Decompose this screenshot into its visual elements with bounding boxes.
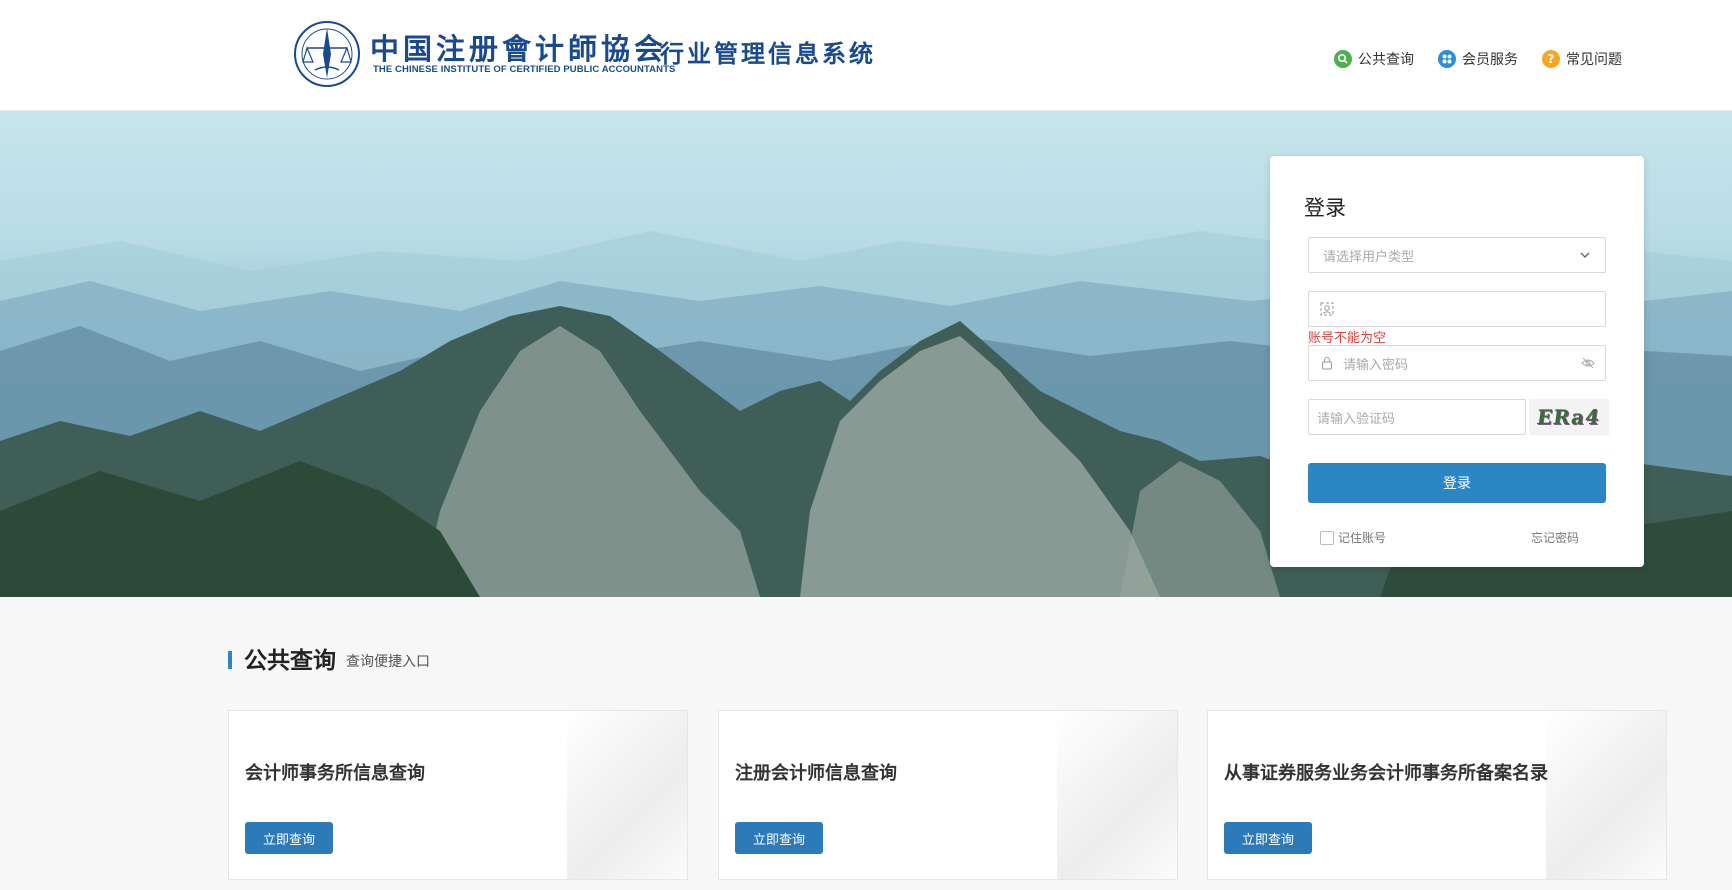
query-card-securities-firm: 从事证券服务业务会计师事务所备案名录 立即查询 xyxy=(1207,710,1667,880)
captcha-placeholder: 请输入验证码 xyxy=(1317,411,1396,427)
captcha-text: ERa4 xyxy=(1535,405,1603,429)
nav-member-service[interactable]: 会员服务 xyxy=(1438,49,1518,69)
card-decoration xyxy=(1057,711,1177,879)
card-title: 注册会计师信息查询 xyxy=(735,763,897,784)
captcha-image[interactable]: ERa4 xyxy=(1529,399,1609,435)
card-title: 从事证券服务业务会计师事务所备案名录 xyxy=(1224,763,1548,784)
user-type-select[interactable]: 请选择用户类型 xyxy=(1308,237,1606,273)
question-icon: ? xyxy=(1542,50,1560,68)
query-card-cpa: 注册会计师信息查询 立即查询 xyxy=(718,710,1178,880)
login-button[interactable]: 登录 xyxy=(1308,463,1606,503)
query-now-button[interactable]: 立即查询 xyxy=(735,822,823,854)
section-accent-bar xyxy=(228,651,232,669)
section-subtitle: 查询便捷入口 xyxy=(346,654,430,670)
system-name: 行业管理信息系统 xyxy=(660,39,876,68)
card-title: 会计师事务所信息查询 xyxy=(245,763,425,784)
site-header: 中国注册會计師協会 THE CHINESE INSTITUTE OF CERTI… xyxy=(0,0,1732,111)
lock-icon xyxy=(1319,355,1335,371)
password-field[interactable]: 请输入密码 xyxy=(1308,345,1606,381)
user-type-placeholder: 请选择用户类型 xyxy=(1323,249,1415,265)
account-error-message: 账号不能为空 xyxy=(1308,331,1387,346)
section-title: 公共查询 xyxy=(244,648,336,674)
nav-faq[interactable]: ? 常见问题 xyxy=(1542,49,1622,69)
eye-hidden-icon[interactable] xyxy=(1581,357,1595,369)
chevron-down-icon xyxy=(1580,252,1590,258)
public-query-section-header: 公共查询 查询便捷入口 xyxy=(228,641,430,675)
remember-checkbox[interactable] xyxy=(1320,530,1334,545)
query-now-button[interactable]: 立即查询 xyxy=(1224,822,1312,854)
card-decoration xyxy=(1546,711,1666,879)
cicpa-emblem-icon xyxy=(294,21,360,87)
query-card-firm: 会计师事务所信息查询 立即查询 xyxy=(228,710,688,880)
nav-member-service-label: 会员服务 xyxy=(1462,52,1518,68)
captcha-field[interactable]: 请输入验证码 xyxy=(1308,399,1526,435)
nav-public-query[interactable]: 公共查询 xyxy=(1334,49,1414,69)
search-icon xyxy=(1334,50,1352,68)
card-decoration xyxy=(567,711,687,879)
remember-label: 记住账号 xyxy=(1338,531,1387,545)
password-placeholder: 请输入密码 xyxy=(1343,357,1409,373)
login-panel: 登录 请选择用户类型 账号不能为空 请输入密码 请输入验证码 ERa4 登录 记… xyxy=(1270,156,1644,567)
nav-public-query-label: 公共查询 xyxy=(1358,52,1414,68)
forgot-password-link[interactable]: 忘记密码 xyxy=(1531,529,1579,546)
query-now-button[interactable]: 立即查询 xyxy=(245,822,333,854)
account-field[interactable] xyxy=(1308,291,1606,327)
nav-faq-label: 常见问题 xyxy=(1566,52,1622,68)
logo-english-name: THE CHINESE INSTITUTE OF CERTIFIED PUBLI… xyxy=(373,64,676,75)
user-icon xyxy=(1319,301,1335,317)
top-nav: 公共查询 会员服务 ? 常见问题 xyxy=(1334,49,1622,69)
logo-chinese-name: 中国注册會计師協会 xyxy=(370,32,668,66)
member-service-icon xyxy=(1438,50,1456,68)
login-title: 登录 xyxy=(1304,196,1346,220)
remember-account[interactable]: 记住账号 xyxy=(1320,529,1386,546)
